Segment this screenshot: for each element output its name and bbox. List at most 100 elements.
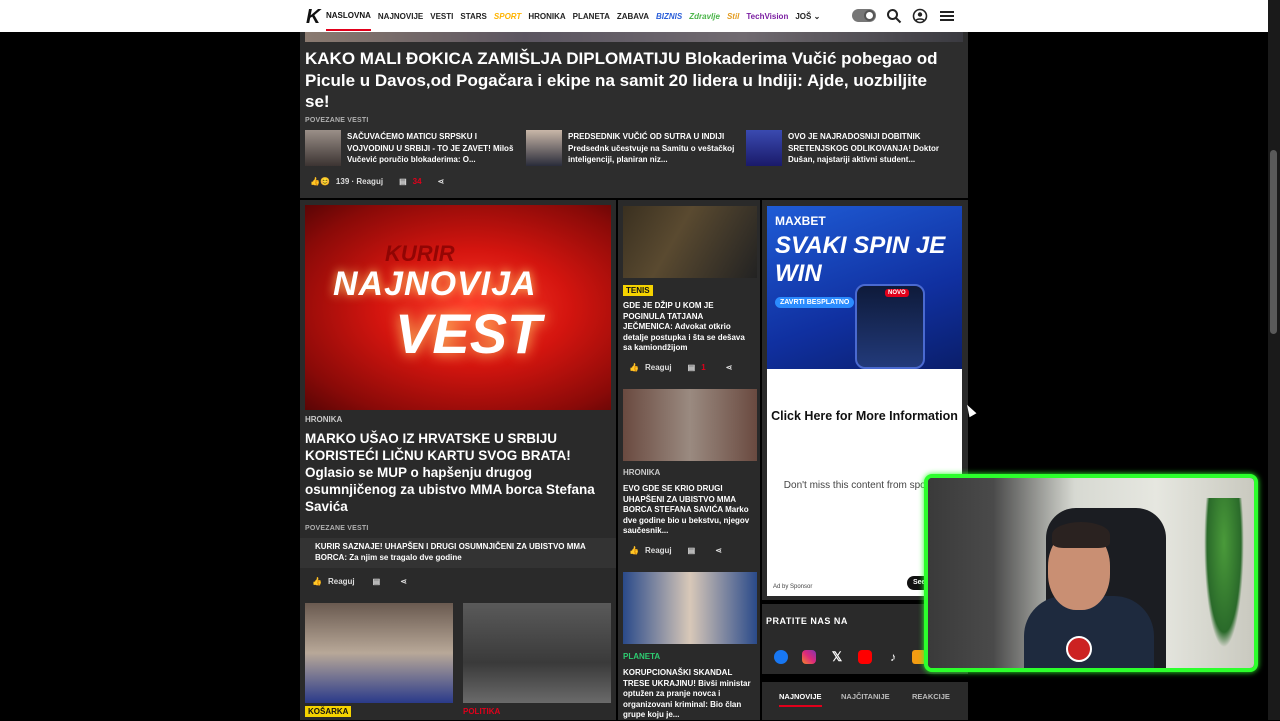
ad-click-text[interactable]: Click Here for More Information — [767, 409, 962, 424]
nav-sport[interactable]: SPORT — [494, 12, 521, 21]
tag-tenis[interactable]: TENIS — [623, 285, 653, 296]
article-headline[interactable]: GDE JE DŽIP U KOM JE POGINULA TATJANA JE… — [623, 301, 753, 354]
main-menu: NASLOVNA NAJNOVIJE VESTI STARS SPORT HRO… — [326, 0, 820, 32]
nav-jos-label: JOŠ — [795, 11, 812, 21]
share-icon[interactable]: ⋖ — [726, 363, 733, 372]
article-image[interactable] — [623, 572, 757, 644]
related-news-label: POVEZANE VESTI — [305, 117, 369, 124]
tag-planeta[interactable]: PLANETA — [623, 652, 660, 661]
basketball-image[interactable] — [305, 603, 453, 703]
hero-category[interactable]: HRONIKA — [305, 415, 342, 424]
webcam-plant — [1204, 498, 1244, 648]
comment-count: 34 — [412, 177, 422, 186]
tiktok-icon[interactable]: ♪ — [886, 650, 900, 664]
nav-zdravlje[interactable]: Zdravlje — [689, 12, 720, 21]
chevron-down-icon: ⌄ — [813, 11, 821, 21]
hero-related-label: POVEZANE VESTI — [305, 525, 369, 532]
ad-by-label: Ad by Sponsor — [773, 584, 813, 590]
user-account-icon[interactable] — [912, 8, 928, 24]
tab-reakcije[interactable]: REAKCIJE — [912, 692, 950, 701]
nav-vesti[interactable]: VESTI — [430, 12, 453, 21]
hero-image[interactable]: KURIR NAJNOVIJA VEST — [305, 205, 611, 410]
article-image[interactable] — [623, 389, 757, 461]
react-button[interactable]: Reaguj — [328, 577, 355, 586]
youtube-icon[interactable] — [858, 650, 872, 664]
related-item[interactable]: SAČUVAĆEMO MATICU SRPSKU I VOJVODINU U S… — [305, 130, 515, 168]
nav-jos[interactable]: JOŠ ⌄ — [795, 12, 820, 21]
reactions-button[interactable]: 139 · Reaguj — [336, 177, 383, 186]
webcam-shirt-logo — [1066, 636, 1092, 662]
article-actions: 👍 Reaguj ▤ ⋖ — [629, 546, 722, 555]
top-navigation-bar: K NASLOVNA NAJNOVIJE VESTI STARS SPORT H… — [0, 0, 1268, 32]
article-headline[interactable]: EVO GDE SE KRIO DRUGI UHAPŠENI ZA UBISTV… — [623, 484, 755, 537]
tag-politika[interactable]: POLITIKA — [463, 706, 503, 717]
webcam-person-hair — [1052, 522, 1110, 548]
ad-banner[interactable]: MAXBET SVAKI SPIN JE WIN ZAVRTI BESPLATN… — [767, 206, 962, 369]
nav-techvision[interactable]: TechVision — [746, 12, 788, 21]
share-icon[interactable]: ⋖ — [715, 546, 722, 555]
article-headline[interactable]: KORUPCIONAŠKI SKANDAL TRESE UKRAJINU! Bi… — [623, 668, 755, 721]
like-icon[interactable]: 👍 — [629, 546, 639, 555]
nav-naslovna[interactable]: NASLOVNA — [326, 1, 371, 31]
x-icon[interactable]: 𝕏 — [830, 650, 844, 664]
search-icon[interactable] — [886, 8, 902, 24]
hero-related-link[interactable]: KURIR SAZNAJE! UHAPŠEN I DRUGI OSUMNJIČE… — [315, 542, 611, 563]
comment-icon[interactable]: ▤ — [399, 177, 407, 186]
nav-stars[interactable]: STARS — [460, 12, 487, 21]
nav-stil[interactable]: Stil — [727, 12, 739, 21]
related-item[interactable]: PREDSEDNIK VUČIĆ OD SUTRA U INDIJI Preds… — [526, 130, 736, 168]
like-icon[interactable]: 👍 — [312, 577, 322, 586]
related-thumbnail — [526, 130, 562, 166]
related-item[interactable]: OVO JE NAJRADOSNIJI DOBITNIK SRETENJSKOG… — [746, 130, 956, 168]
tab-najnovije[interactable]: NAJNOVIJE — [779, 692, 822, 707]
top-story-headline[interactable]: KAKO MALI ĐOKICA ZAMIŠLJA DIPLOMATIJU Bl… — [305, 48, 955, 113]
comment-icon[interactable]: ▤ — [373, 577, 381, 586]
article-actions: 👍 Reaguj ▤ 1 ⋖ — [629, 363, 732, 372]
comment-count: 1 — [701, 363, 706, 372]
hero-image-kurir-text: KURIR — [385, 241, 455, 266]
ad-badge: NOVO — [885, 289, 909, 297]
dark-mode-toggle[interactable] — [852, 9, 876, 22]
nav-biznis[interactable]: BIZNIS — [656, 12, 682, 21]
reaction-emoji-icon: 👍😊 — [310, 177, 330, 186]
tag-hronika[interactable]: HRONIKA — [623, 468, 660, 477]
top-story-image[interactable] — [305, 32, 963, 42]
facebook-icon[interactable] — [774, 650, 788, 664]
ad-slogan: SVAKI SPIN JE WIN — [775, 232, 946, 287]
related-thumbnail — [305, 130, 341, 166]
share-icon[interactable]: ⋖ — [400, 577, 407, 586]
hero-image-najnovija-text: NAJNOVIJA — [333, 265, 537, 303]
react-button[interactable]: Reaguj — [645, 363, 672, 372]
nav-zabava[interactable]: ZABAVA — [617, 12, 649, 21]
related-text: PREDSEDNIK VUČIĆ OD SUTRA U INDIJI Preds… — [568, 132, 735, 164]
comment-icon[interactable]: ▤ — [688, 546, 696, 555]
follow-title: PRATITE NAS NA — [766, 616, 848, 626]
nav-najnovije[interactable]: NAJNOVIJE — [378, 12, 423, 21]
hero-headline[interactable]: MARKO UŠAO IZ HRVATSKE U SRBIJU KORISTEĆ… — [305, 430, 605, 515]
article-image[interactable] — [623, 206, 757, 278]
news-tabs: NAJNOVIJE NAJČITANIJE REAKCIJE — [762, 682, 968, 720]
hero-actions: 👍 Reaguj ▤ ⋖ — [312, 577, 407, 586]
tag-kosarka[interactable]: KOŠARKA — [305, 706, 352, 717]
related-text: OVO JE NAJRADOSNIJI DOBITNIK SRETENJSKOG… — [788, 132, 939, 164]
nav-planeta[interactable]: PLANETA — [573, 12, 610, 21]
ad-cta-button[interactable]: ZAVRTI BESPLATNO — [775, 297, 855, 308]
nav-hronika[interactable]: HRONIKA — [528, 12, 565, 21]
tab-najcitanije[interactable]: NAJČITANIJE — [841, 692, 890, 701]
scrollbar-thumb[interactable] — [1270, 150, 1277, 334]
related-thumbnail — [746, 130, 782, 166]
like-icon[interactable]: 👍 — [629, 363, 639, 372]
page-scrollbar[interactable] — [1268, 0, 1280, 720]
politics-image[interactable] — [463, 603, 611, 703]
hero-image-vest-text: VEST — [395, 302, 542, 365]
webcam-overlay — [924, 474, 1258, 672]
react-button[interactable]: Reaguj — [645, 546, 672, 555]
share-icon[interactable]: ⋖ — [438, 177, 445, 186]
related-text: SAČUVAĆEMO MATICU SRPSKU I VOJVODINU U S… — [347, 132, 514, 164]
ad-brand: MAXBET — [775, 214, 826, 228]
kurir-logo[interactable]: K — [306, 6, 320, 29]
comment-icon[interactable]: ▤ — [688, 363, 696, 372]
instagram-icon[interactable] — [802, 650, 816, 664]
top-story-actions: 👍😊 139 · Reaguj ▤ 34 ⋖ — [310, 177, 444, 186]
hamburger-menu-icon[interactable] — [939, 8, 955, 24]
